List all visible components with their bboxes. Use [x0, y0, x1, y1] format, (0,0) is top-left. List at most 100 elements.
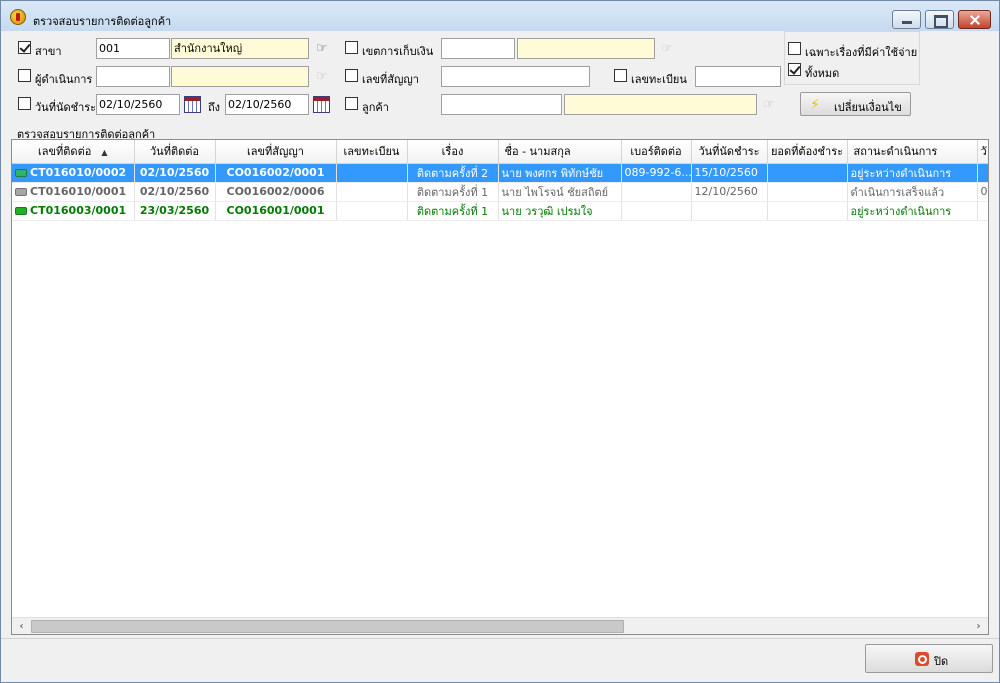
operator-label: ผู้ดำเนินการ [35, 73, 93, 86]
column-header[interactable]: วันที่ติดต่อ [134, 140, 216, 164]
customer-name-field [564, 94, 757, 115]
contact-no-text: CT016003/0001 [30, 204, 127, 217]
due-date-cell: 15/10/2560 [691, 163, 768, 183]
horizontal-scrollbar[interactable]: ‹ › [12, 617, 988, 634]
contract-no-cell: CO016001/0001 [215, 201, 337, 221]
column-header[interactable]: วันที่นัดชำระ [691, 140, 768, 164]
registration-checkbox[interactable] [614, 69, 627, 82]
subject-cell: ติดตามครั้งที่ 1 [407, 182, 499, 202]
column-header[interactable]: สถานะดำเนินการ [847, 140, 978, 164]
title-bar[interactable]: ตรวจสอบรายการติดต่อลูกค้า [1, 1, 999, 31]
due-date-from-input[interactable]: 02/10/2560 [96, 94, 180, 115]
branch-lookup-icon[interactable]: ☞ [316, 42, 334, 56]
all-label: ทั้งหมด [805, 67, 840, 80]
extra-cell [977, 201, 988, 221]
branch-code-input[interactable]: 001 [96, 38, 170, 59]
subject-cell: ติดตามครั้งที่ 1 [407, 201, 499, 221]
sort-ascending-icon: ▲ [101, 148, 108, 158]
contacts-grid[interactable]: เลขที่ติดต่อ ▲ วันที่ติดต่อ เลขที่สัญญา เ… [11, 139, 989, 635]
operator-lookup-icon[interactable]: ☞ [316, 70, 334, 84]
registration-cell [336, 201, 408, 221]
customer-checkbox[interactable] [345, 97, 358, 110]
minimize-button[interactable] [892, 10, 921, 29]
phone-cell: 089-992-6... [621, 163, 692, 183]
due-date-cell [691, 201, 768, 221]
column-header[interactable]: เรื่อง [407, 140, 499, 164]
only-expense-checkbox[interactable] [788, 42, 801, 55]
close-power-icon [915, 652, 929, 666]
contract-no-checkbox[interactable] [345, 69, 358, 82]
amount-cell [767, 163, 848, 183]
all-checkbox[interactable] [788, 63, 801, 76]
scroll-left-icon[interactable]: ‹ [14, 619, 29, 634]
column-header[interactable]: เบอร์ติดต่อ [621, 140, 692, 164]
contact-no-cell: CT016010/0002 [12, 163, 135, 183]
collection-zone-label: เขตการเก็บเงิน [362, 45, 434, 58]
filter-options-box: เฉพาะเรื่องที่มีค่าใช้จ่าย ทั้งหมด [784, 31, 920, 85]
table-row[interactable]: CT016003/0001 23/03/2560 CO016001/0001 ต… [12, 201, 988, 221]
operator-name-field [171, 66, 309, 87]
change-condition-button[interactable]: ⚡ เปลี่ยนเงื่อนไข [800, 92, 911, 116]
window-title: ตรวจสอบรายการติดต่อลูกค้า [33, 15, 172, 28]
collection-zone-lookup-icon[interactable]: ☞ [661, 42, 679, 56]
table-header-row: เลขที่ติดต่อ ▲ วันที่ติดต่อ เลขที่สัญญา เ… [12, 140, 988, 164]
subject-cell: ติดตามครั้งที่ 2 [407, 163, 499, 183]
branch-label: สาขา [35, 45, 62, 58]
status-cell: อยู่ระหว่างดำเนินการ [847, 163, 978, 183]
table-row[interactable]: CT016010/0001 02/10/2560 CO016002/0006 ต… [12, 182, 988, 202]
operator-code-input[interactable] [96, 66, 170, 87]
collection-zone-checkbox[interactable] [345, 41, 358, 54]
branch-checkbox[interactable] [18, 41, 31, 54]
scrollbar-thumb[interactable] [31, 620, 624, 633]
name-cell: นาย พงศกร พิทักษ์ชัย [498, 163, 622, 183]
contract-no-input[interactable] [441, 66, 590, 87]
main-window: ตรวจสอบรายการติดต่อลูกค้า สาขา 001 สำนัก… [0, 0, 1000, 683]
status-dot-icon [15, 188, 27, 196]
contact-no-cell: CT016003/0001 [12, 201, 135, 221]
extra-cell: 0 [977, 182, 988, 202]
filter-panel: สาขา 001 สำนักงานใหญ่ ☞ เขตการเก็บเงิน ☞… [1, 31, 999, 125]
name-cell: นาย ไพโรจน์ ชัยสถิตย์ [498, 182, 622, 202]
customer-label: ลูกค้า [362, 101, 389, 114]
due-date-label: วันที่นัดชำระ [35, 101, 97, 114]
amount-cell [767, 182, 848, 202]
contact-date-cell: 23/03/2560 [134, 201, 216, 221]
due-date-cell: 12/10/2560 [691, 182, 768, 202]
contact-date-cell: 02/10/2560 [134, 163, 216, 183]
customer-code-input[interactable] [441, 94, 562, 115]
operator-checkbox[interactable] [18, 69, 31, 82]
close-window-button[interactable] [958, 10, 991, 29]
column-header[interactable]: ยอดที่ต้องชำระ [767, 140, 848, 164]
registration-input[interactable] [695, 66, 781, 87]
contact-no-text: CT016010/0002 [30, 166, 127, 179]
status-dot-icon [15, 169, 27, 177]
app-coin-icon [10, 9, 26, 25]
column-header[interactable]: เลขทะเบียน [336, 140, 408, 164]
contract-no-cell: CO016002/0001 [215, 163, 337, 183]
due-date-checkbox[interactable] [18, 97, 31, 110]
status-cell: ดำเนินการเสร็จแล้ว [847, 182, 978, 202]
column-header[interactable]: วั [977, 140, 988, 164]
status-dot-icon [15, 207, 27, 215]
column-header[interactable]: เลขที่ติดต่อ ▲ [12, 140, 135, 164]
contact-no-cell: CT016010/0001 [12, 182, 135, 202]
column-header[interactable]: ชื่อ - นามสกุล [498, 140, 622, 164]
contact-no-text: CT016010/0001 [30, 185, 127, 198]
close-button[interactable]: ปิด [865, 644, 993, 673]
registration-label: เลขทะเบียน [631, 73, 687, 86]
due-date-to-input[interactable]: 02/10/2560 [225, 94, 309, 115]
name-cell: นาย วรวุฒิ เปรมใจ [498, 201, 622, 221]
customer-lookup-icon[interactable]: ☞ [763, 98, 781, 112]
column-header[interactable]: เลขที่สัญญา [215, 140, 337, 164]
collection-zone-code-input[interactable] [441, 38, 515, 59]
table-row[interactable]: CT016010/0002 02/10/2560 CO016002/0001 ต… [12, 163, 988, 183]
scroll-right-icon[interactable]: › [971, 619, 986, 634]
amount-cell [767, 201, 848, 221]
contacts-table: เลขที่ติดต่อ ▲ วันที่ติดต่อ เลขที่สัญญา เ… [12, 140, 988, 221]
maximize-button[interactable] [925, 10, 954, 29]
change-condition-label: เปลี่ยนเงื่อนไข [834, 101, 902, 114]
calendar-to-icon[interactable] [313, 96, 330, 113]
phone-cell [621, 182, 692, 202]
calendar-from-icon[interactable] [184, 96, 201, 113]
collection-zone-name-field [517, 38, 655, 59]
